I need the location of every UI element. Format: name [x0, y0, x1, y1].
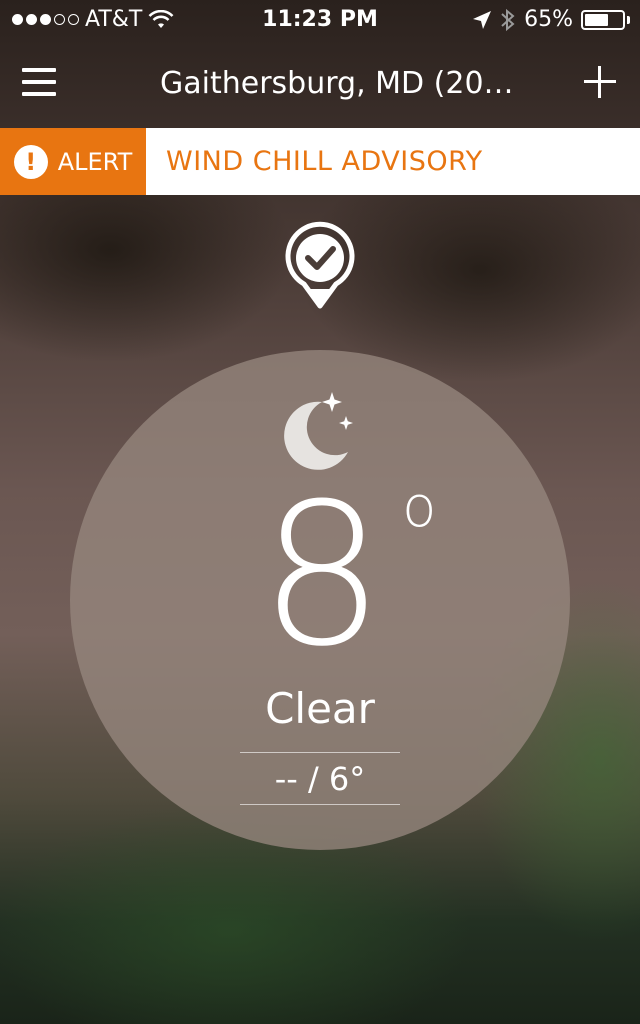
location-title[interactable]: Gaithersburg, MD (208... [160, 66, 520, 101]
battery-percent: 65% [524, 7, 573, 32]
hi-lo-temperature: -- / 6° [274, 760, 366, 798]
current-conditions-circle[interactable]: 8 o Clear -- / 6° [70, 350, 570, 850]
status-bar: AT&T 11:23 PM 65% [0, 0, 640, 40]
temperature-value: 8 [259, 462, 385, 690]
exclamation-icon: ! [13, 144, 48, 179]
app-header: Gaithersburg, MD (208... [0, 50, 640, 120]
weather-screen: AT&T 11:23 PM 65% Gaithersburg, MD (208.… [0, 0, 640, 1024]
degree-symbol: o [402, 475, 436, 540]
status-right: 65% [472, 7, 630, 32]
battery-tip [627, 15, 630, 24]
alert-badge-label: ALERT [57, 147, 133, 176]
alert-banner[interactable]: ! ALERT WIND CHILL ADVISORY [0, 128, 640, 195]
divider-top [240, 752, 400, 753]
hamburger-menu-icon[interactable] [22, 68, 56, 96]
plus-icon[interactable] [584, 66, 616, 98]
location-check-pin-icon[interactable] [284, 220, 356, 310]
location-arrow-icon [473, 10, 492, 29]
alert-badge: ! ALERT [0, 128, 146, 195]
divider-bottom [240, 804, 400, 805]
moon-stars-icon [284, 392, 353, 470]
alert-message: WIND CHILL ADVISORY [146, 128, 640, 195]
condition-text: Clear [265, 684, 375, 733]
battery-icon [581, 9, 625, 30]
current-temperature: 8 o [70, 478, 570, 674]
battery-level-fill [585, 13, 609, 26]
bluetooth-icon [501, 8, 515, 31]
